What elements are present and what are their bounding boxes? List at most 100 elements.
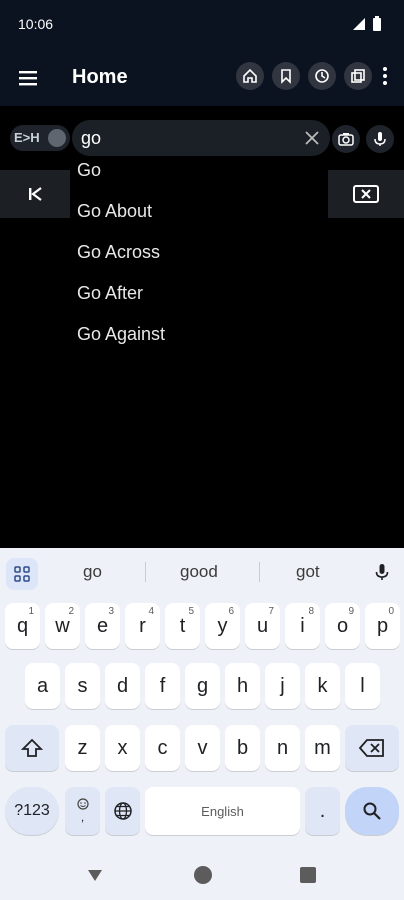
period-key[interactable]: . [305, 787, 340, 835]
status-icons [352, 16, 382, 32]
key-hint: 2 [68, 606, 74, 617]
key-e[interactable]: e3 [85, 603, 120, 649]
globe-icon [113, 802, 132, 820]
key-v[interactable]: v [185, 725, 220, 771]
keyboard: go good got q1 w2 e3 r4 t5 y6 u7 i8 o9 p… [0, 548, 404, 900]
history-button[interactable] [308, 62, 336, 90]
key-label: i [300, 614, 305, 637]
prediction-divider [259, 562, 260, 582]
key-s[interactable]: s [65, 663, 100, 709]
key-label: p [376, 614, 389, 637]
skip-previous-icon [29, 187, 42, 201]
back-icon[interactable] [86, 866, 104, 884]
key-u[interactable]: u7 [245, 603, 280, 649]
backspace-panel-button[interactable] [328, 170, 404, 218]
key-z[interactable]: z [65, 725, 100, 771]
cards-icon [351, 69, 365, 83]
key-label: t [179, 614, 186, 637]
mic-icon [375, 564, 389, 580]
space-key[interactable]: English [145, 787, 300, 835]
key-label: r [139, 614, 146, 637]
key-label: q [16, 614, 29, 637]
key-h[interactable]: h [225, 663, 260, 709]
key-p[interactable]: p0 [365, 603, 400, 649]
camera-button[interactable] [332, 125, 360, 153]
key-a[interactable]: a [25, 663, 60, 709]
key-l[interactable]: l [345, 663, 380, 709]
history-icon [315, 69, 329, 83]
key-i[interactable]: i8 [285, 603, 320, 649]
suggestion-item[interactable]: Go Against [72, 314, 326, 355]
suggestion-item[interactable]: Go [72, 150, 326, 191]
comma-label: , [80, 810, 85, 824]
key-q[interactable]: q1 [5, 603, 40, 649]
system-nav-bar [0, 850, 404, 900]
suggestion-item[interactable]: Go After [72, 273, 326, 314]
key-m[interactable]: m [305, 725, 340, 771]
key-c[interactable]: c [145, 725, 180, 771]
prediction-item[interactable]: good [180, 562, 218, 582]
key-label: w [55, 614, 70, 637]
language-toggle[interactable]: E>H [10, 125, 70, 151]
key-hint: 6 [228, 606, 234, 617]
symbols-key[interactable]: ?123 [5, 787, 59, 835]
clear-icon[interactable] [302, 128, 322, 148]
prediction-item[interactable]: got [296, 562, 320, 582]
page-title: Home [72, 66, 128, 88]
recents-icon[interactable] [300, 867, 316, 883]
flashcards-button[interactable] [344, 62, 372, 90]
key-hint: 5 [188, 606, 194, 617]
home-icon [243, 68, 257, 83]
camera-icon [338, 133, 354, 146]
home-nav-icon[interactable] [194, 866, 212, 884]
backspace-icon [353, 185, 379, 203]
shift-key[interactable] [5, 725, 59, 771]
status-bar: 10:06 [0, 0, 404, 50]
more-button[interactable] [380, 62, 390, 90]
toggle-label: E>H [14, 130, 40, 145]
key-hint: 0 [388, 606, 394, 617]
grid-icon [14, 566, 30, 582]
key-k[interactable]: k [305, 663, 340, 709]
mic-icon [374, 132, 386, 146]
key-r[interactable]: r4 [125, 603, 160, 649]
emoji-comma-key[interactable]: , [65, 787, 100, 835]
bookmark-button[interactable] [272, 62, 300, 90]
search-key[interactable] [345, 787, 399, 835]
backspace-icon [359, 739, 384, 757]
key-hint: 7 [268, 606, 274, 617]
key-w[interactable]: w2 [45, 603, 80, 649]
key-j[interactable]: j [265, 663, 300, 709]
key-x[interactable]: x [105, 725, 140, 771]
key-f[interactable]: f [145, 663, 180, 709]
toggle-knob [48, 129, 66, 147]
more-vert-icon [383, 67, 387, 85]
key-n[interactable]: n [265, 725, 300, 771]
key-g[interactable]: g [185, 663, 220, 709]
mic-button[interactable] [366, 125, 394, 153]
key-hint: 3 [108, 606, 114, 617]
language-key[interactable] [105, 787, 140, 835]
suggestion-item[interactable]: Go About [72, 191, 326, 232]
status-time: 10:06 [18, 16, 54, 32]
menu-button[interactable] [16, 66, 40, 90]
search-query: go [81, 128, 102, 148]
key-t[interactable]: t5 [165, 603, 200, 649]
suggestion-item[interactable]: Go Across [72, 232, 326, 273]
key-label: u [256, 614, 269, 637]
key-hint: 9 [348, 606, 354, 617]
app-bar: Home [0, 50, 404, 106]
key-y[interactable]: y6 [205, 603, 240, 649]
key-d[interactable]: d [105, 663, 140, 709]
voice-input-button[interactable] [370, 560, 394, 584]
suggestion-list: Go Go About Go Across Go After Go Agains… [72, 150, 326, 355]
key-b[interactable]: b [225, 725, 260, 771]
backspace-key[interactable] [345, 725, 399, 771]
keyboard-apps-button[interactable] [6, 558, 38, 590]
key-label: e [96, 614, 109, 637]
key-o[interactable]: o9 [325, 603, 360, 649]
home-button[interactable] [236, 62, 264, 90]
previous-button[interactable] [0, 170, 70, 218]
prediction-item[interactable]: go [83, 562, 102, 582]
emoji-icon [76, 798, 89, 810]
